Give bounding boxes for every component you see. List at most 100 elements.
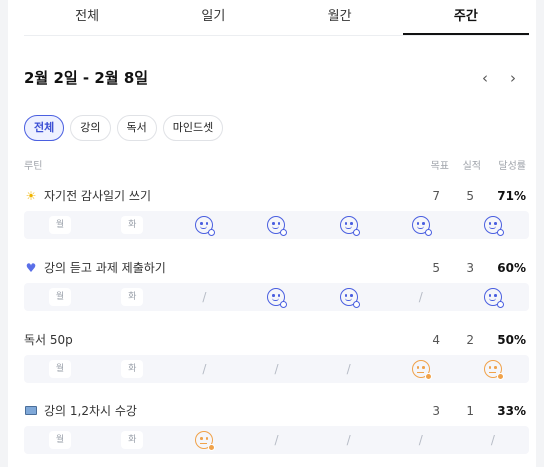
empty-slash: / [418,433,423,447]
empty-slash: / [418,290,423,304]
day-cell[interactable]: / [240,355,312,383]
header-rate: 달성률 [498,161,526,172]
routine-title: 강의 듣고 과제 제출하기 [44,261,166,275]
day-cell[interactable]: / [168,355,240,383]
day-grid: 월 화 / / / / [24,426,529,454]
day-label: 월 [49,288,72,306]
routine-rate: 33% [497,404,526,418]
date-row: 2월 2일 - 2월 8일 ‹ › [24,64,529,92]
laptop-icon [24,401,38,421]
day-cell[interactable] [313,283,385,311]
tab-monthly[interactable]: 월간 [277,0,403,35]
tab-diary[interactable]: 일기 [150,0,276,35]
day-cell[interactable]: 화 [96,426,168,454]
day-label: 월 [49,216,72,234]
day-cell[interactable]: / [457,426,529,454]
empty-slash: / [490,433,495,447]
day-cell[interactable]: / [168,283,240,311]
routine-goal: 7 [432,189,440,203]
day-cell[interactable] [168,211,240,239]
left-gutter [0,0,8,467]
routine-actual: 3 [466,261,474,275]
empty-slash: / [274,362,279,376]
routine-actual: 2 [466,333,474,347]
day-cell[interactable]: 월 [24,211,96,239]
routine-title: 독서 50p [24,333,73,347]
day-cell[interactable]: / [385,426,457,454]
routine-title-row: 독서 50p [24,330,73,350]
empty-slash: / [274,433,279,447]
day-cell[interactable] [168,426,240,454]
right-gutter [536,0,544,467]
routine-actual: 5 [466,189,474,203]
day-label: 화 [121,360,144,378]
done-face-icon [339,288,360,308]
routine-goal: 5 [432,261,440,275]
missed-face-icon [483,360,504,380]
day-cell[interactable] [313,211,385,239]
day-cell[interactable]: / [385,283,457,311]
done-face-icon [195,216,216,236]
next-week-button[interactable]: › [503,64,523,92]
day-cell[interactable]: 화 [96,211,168,239]
day-label: 화 [121,431,144,449]
day-cell[interactable]: 화 [96,355,168,383]
empty-slash: / [346,433,351,447]
day-cell[interactable] [457,283,529,311]
day-cell[interactable]: / [313,355,385,383]
tab-all[interactable]: 전체 [24,0,150,35]
done-face-icon [339,216,360,236]
day-cell[interactable]: 월 [24,426,96,454]
day-cell[interactable]: / [313,426,385,454]
date-range: 2월 2일 - 2월 8일 [24,69,149,87]
routine-title-row: 강의 1,2차시 수강 [24,401,137,421]
day-cell[interactable]: 월 [24,355,96,383]
routine-title-row: ☀ 자기전 감사일기 쓰기 [24,186,151,206]
missed-face-icon [195,431,216,451]
day-label: 화 [121,216,144,234]
day-cell[interactable]: 월 [24,283,96,311]
routine-title: 강의 1,2차시 수강 [44,404,137,418]
sun-icon: ☀ [25,189,37,203]
done-face-icon [267,288,288,308]
day-grid: 월 화 / / [24,283,529,311]
category-filter: 전체 강의 독서 마인드셋 [24,115,224,141]
routine-goal: 3 [432,404,440,418]
header-goal: 목표 [430,161,449,172]
prev-week-button[interactable]: ‹ [475,64,495,92]
day-cell[interactable] [385,355,457,383]
routine-goal: 4 [432,333,440,347]
day-cell[interactable]: / [240,426,312,454]
routine-title: 자기전 감사일기 쓰기 [44,189,151,203]
day-cell[interactable] [240,283,312,311]
day-cell[interactable] [240,211,312,239]
day-label: 화 [121,288,144,306]
day-label: 월 [49,360,72,378]
empty-slash: / [202,362,207,376]
heart-icon: ♥ [25,261,37,275]
chip-all[interactable]: 전체 [24,115,65,141]
routine-rate: 71% [497,189,526,203]
routine-rate: 60% [497,261,526,275]
done-face-icon [483,288,504,308]
routine-title-row: ♥ 강의 듣고 과제 제출하기 [24,258,166,278]
done-face-icon [411,216,432,236]
tab-weekly[interactable]: 주간 [402,0,529,35]
routine-rate: 50% [497,333,526,347]
day-grid: 월 화 / / / [24,355,529,383]
routine-actual: 1 [466,404,474,418]
weekly-routine-panel: 전체 일기 월간 주간 2월 2일 - 2월 8일 ‹ › 전체 강의 독서 마… [0,0,544,467]
day-cell[interactable] [457,355,529,383]
table-header: 루틴 목표 실적 달성률 [24,155,529,173]
header-actual: 실적 [462,161,481,172]
view-tabs: 전체 일기 월간 주간 [24,0,529,36]
chip-mindset[interactable]: 마인드셋 [162,115,224,141]
day-cell[interactable] [385,211,457,239]
header-routine: 루틴 [24,161,43,172]
done-face-icon [483,216,504,236]
chip-lecture[interactable]: 강의 [70,115,111,141]
day-cell[interactable]: 화 [96,283,168,311]
chip-reading[interactable]: 독서 [116,115,157,141]
empty-slash: / [202,290,207,304]
day-cell[interactable] [457,211,529,239]
